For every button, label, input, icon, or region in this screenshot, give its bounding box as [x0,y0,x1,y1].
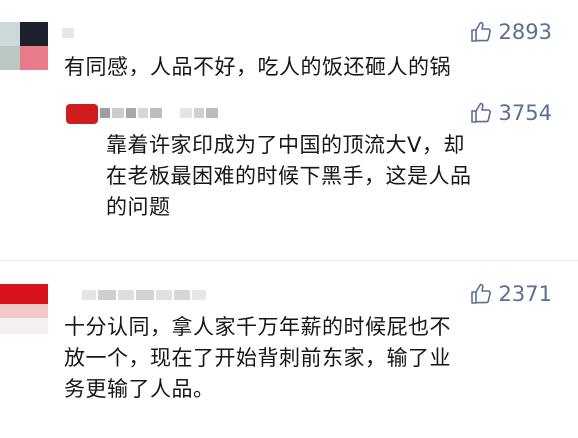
thumbs-up-icon [469,282,493,306]
like-button[interactable]: 3754 [469,101,552,125]
comment-text-line: 务更输了人品。 [64,377,215,401]
blurred-username[interactable] [82,290,206,300]
avatar[interactable] [0,22,48,70]
comment-1: 2893 有同感，人品不好，吃人的饭还砸人的锅 [0,0,578,96]
comment-text-line: 靠着许家印成为了中国的顶流大V，却 [106,133,465,157]
like-count: 3754 [498,100,552,125]
comment-3: 2371 十分认同，拿人家千万年薪的时候屁也不 放一个，现在了开始背刺前东家，输… [0,270,578,438]
comment-text: 靠着许家印成为了中国的顶流大V，却 在老板最困难的时候下黑手，这是人品 的问题 [106,130,566,223]
comment-text-line: 的问题 [106,195,171,219]
comment-2: 3754 靠着许家印成为了中国的顶流大V，却 在老板最困难的时候下黑手，这是人品… [0,96,578,246]
divider [0,260,578,261]
thumbs-up-icon [469,101,493,125]
like-button[interactable]: 2893 [469,20,552,44]
blurred-username[interactable] [62,28,74,38]
like-count: 2371 [498,281,552,306]
like-count: 2893 [498,19,552,44]
comment-text-line: 放一个，现在了开始背刺前东家，输了业 [64,346,451,370]
comment-text-line: 在老板最困难的时候下黑手，这是人品 [106,164,472,188]
like-button[interactable]: 2371 [469,282,552,306]
comment-text: 有同感，人品不好，吃人的饭还砸人的锅 [64,55,451,79]
thumbs-up-icon [469,20,493,44]
comment-text: 十分认同，拿人家千万年薪的时候屁也不 放一个，现在了开始背刺前东家，输了业 务更… [64,312,564,405]
blurred-username[interactable] [100,108,218,118]
avatar[interactable] [0,284,48,334]
comment-text-line: 十分认同，拿人家千万年薪的时候屁也不 [64,315,451,339]
avatar[interactable] [66,104,98,124]
